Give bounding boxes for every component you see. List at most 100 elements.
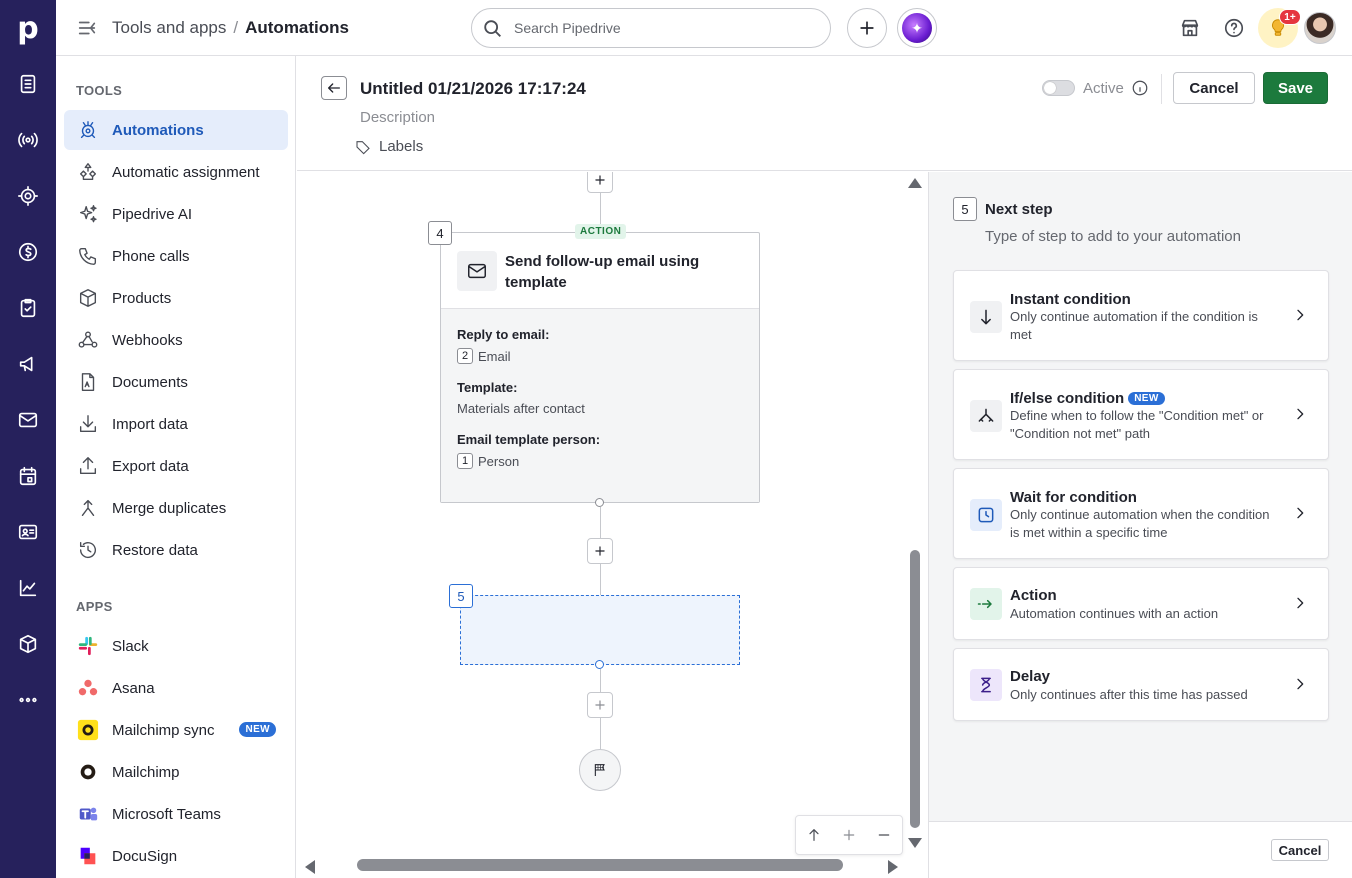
- sidebar-item-products[interactable]: Products: [64, 278, 288, 318]
- labels-button[interactable]: Labels: [355, 138, 423, 155]
- sidebar-item-slack[interactable]: Slack: [64, 626, 288, 666]
- sidebar-item-restore-data[interactable]: Restore data: [64, 530, 288, 570]
- step-number: 5: [449, 584, 473, 608]
- cancel-button[interactable]: Cancel: [1173, 72, 1255, 104]
- search-box: [471, 8, 831, 48]
- step-reference-chip: 2: [457, 348, 473, 364]
- horizontal-scroll-thumb[interactable]: [357, 859, 843, 871]
- avatar[interactable]: [1304, 12, 1336, 44]
- plus-icon: [595, 175, 605, 185]
- chevron-right-icon: [1292, 307, 1308, 323]
- merge-icon: [76, 496, 100, 520]
- chevron-right-icon: [1292, 505, 1308, 521]
- option-delay[interactable]: Delay Only continues after this time has…: [953, 648, 1329, 721]
- plus-icon: [595, 546, 605, 556]
- scroll-up-arrow[interactable]: [908, 178, 922, 188]
- mailchimp-icon: [76, 760, 100, 784]
- option-wait-for-condition[interactable]: Wait for condition Only continue automat…: [953, 468, 1329, 559]
- action-tag: ACTION: [575, 224, 627, 239]
- sidebar-item-microsoft-teams[interactable]: Microsoft Teams: [64, 794, 288, 834]
- box-icon: [76, 286, 100, 310]
- option-instant-condition[interactable]: Instant condition Only continue automati…: [953, 270, 1329, 361]
- automation-title[interactable]: Untitled 01/21/2026 17:17:24: [360, 79, 586, 99]
- scroll-down-arrow[interactable]: [908, 838, 922, 848]
- pipedrive-logo[interactable]: p: [0, 0, 56, 56]
- info-icon[interactable]: [1131, 79, 1149, 97]
- zoom-out-icon[interactable]: [872, 823, 896, 847]
- document-icon: [76, 370, 100, 394]
- sidebar-item-label: Automatic assignment: [112, 163, 260, 181]
- step-number: 5: [953, 197, 977, 221]
- sidebar-item-label: Automations: [112, 121, 204, 139]
- save-button[interactable]: Save: [1263, 72, 1328, 104]
- action-arrow-icon: [970, 588, 1002, 620]
- sidebar-item-export-data[interactable]: Export data: [64, 446, 288, 486]
- sidebar-item-documents[interactable]: Documents: [64, 362, 288, 402]
- search-input[interactable]: [514, 20, 814, 36]
- sidebar-item-label: Documents: [112, 373, 188, 391]
- plus-icon: [860, 21, 874, 35]
- quick-add-button[interactable]: [847, 8, 887, 48]
- asana-icon: [76, 676, 100, 700]
- sidebar-item-automatic-assignment[interactable]: Automatic assignment: [64, 152, 288, 192]
- money-icon[interactable]: [14, 238, 42, 266]
- chevron-right-icon: [1292, 676, 1308, 692]
- notification-badge: 1+: [1279, 9, 1301, 25]
- add-step-button[interactable]: [587, 172, 613, 193]
- sidebar-item-automations[interactable]: Automations: [64, 110, 288, 150]
- sidebar-item-docusign[interactable]: DocuSign: [64, 836, 288, 876]
- sidebar-item-label: Mailchimp sync: [112, 721, 215, 739]
- scroll-left-arrow[interactable]: [305, 860, 315, 874]
- ai-assistant-button[interactable]: ✦: [897, 8, 937, 48]
- sidebar-item-merge-duplicates[interactable]: Merge duplicates: [64, 488, 288, 528]
- option-action[interactable]: Action Automation continues with an acti…: [953, 567, 1329, 640]
- option-title: Instant condition: [1010, 291, 1131, 308]
- products-icon[interactable]: [14, 630, 42, 658]
- scroll-thumb[interactable]: [910, 550, 920, 828]
- leads-icon[interactable]: [14, 126, 42, 154]
- scroll-right-arrow[interactable]: [888, 860, 898, 874]
- automation-header: Untitled 01/21/2026 17:17:24 Description…: [297, 56, 1352, 171]
- arrow-up-icon[interactable]: [802, 823, 826, 847]
- insights-icon[interactable]: [14, 574, 42, 602]
- add-step-button[interactable]: [587, 692, 613, 718]
- sidebar-item-import-data[interactable]: Import data: [64, 404, 288, 444]
- description-field[interactable]: Description: [360, 109, 435, 126]
- sidebar-item-mailchimp[interactable]: Mailchimp: [64, 752, 288, 792]
- step-title: Send follow-up email using template: [505, 253, 700, 291]
- connector-line: [600, 669, 601, 693]
- add-step-button[interactable]: [587, 538, 613, 564]
- sidebar-item-webhooks[interactable]: Webhooks: [64, 320, 288, 360]
- breadcrumb-tools-and-apps[interactable]: Tools and apps: [112, 18, 226, 37]
- activities-icon[interactable]: [14, 294, 42, 322]
- chevron-right-icon: [1292, 406, 1308, 422]
- sidebar-item-pipedrive-ai[interactable]: Pipedrive AI: [64, 194, 288, 234]
- sidebar-item-mailchimp-sync[interactable]: Mailchimp sync NEW: [64, 710, 288, 750]
- clock-icon: [970, 499, 1002, 531]
- action-step-card[interactable]: Send follow-up email using template Repl…: [440, 232, 760, 503]
- help-icon[interactable]: [1221, 15, 1247, 41]
- option-if-else-condition[interactable]: If/else condition NEW Define when to foll…: [953, 369, 1329, 460]
- vertical-scrollbar[interactable]: [907, 172, 923, 878]
- more-icon[interactable]: [14, 686, 42, 714]
- restore-icon: [76, 538, 100, 562]
- new-step-placeholder[interactable]: [460, 595, 740, 665]
- mail-icon[interactable]: [14, 406, 42, 434]
- sidebar-item-phone-calls[interactable]: Phone calls: [64, 236, 288, 276]
- focus-icon[interactable]: [14, 182, 42, 210]
- workflow-canvas[interactable]: Send follow-up email using template Repl…: [297, 172, 927, 878]
- mail-icon: [457, 251, 497, 291]
- search-icon: [484, 20, 501, 37]
- collapse-menu-icon[interactable]: [76, 17, 98, 39]
- contacts-icon[interactable]: [14, 518, 42, 546]
- option-description: Only continue automation when the condit…: [1010, 507, 1270, 540]
- marketplace-icon[interactable]: [1177, 15, 1203, 41]
- campaigns-icon[interactable]: [14, 350, 42, 378]
- zoom-in-icon[interactable]: [837, 823, 861, 847]
- deals-icon[interactable]: [14, 70, 42, 98]
- calendar-icon[interactable]: [14, 462, 42, 490]
- panel-cancel-button[interactable]: Cancel: [1271, 839, 1329, 861]
- sidebar-item-asana[interactable]: Asana: [64, 668, 288, 708]
- active-toggle[interactable]: [1042, 80, 1075, 96]
- back-button[interactable]: [321, 76, 347, 100]
